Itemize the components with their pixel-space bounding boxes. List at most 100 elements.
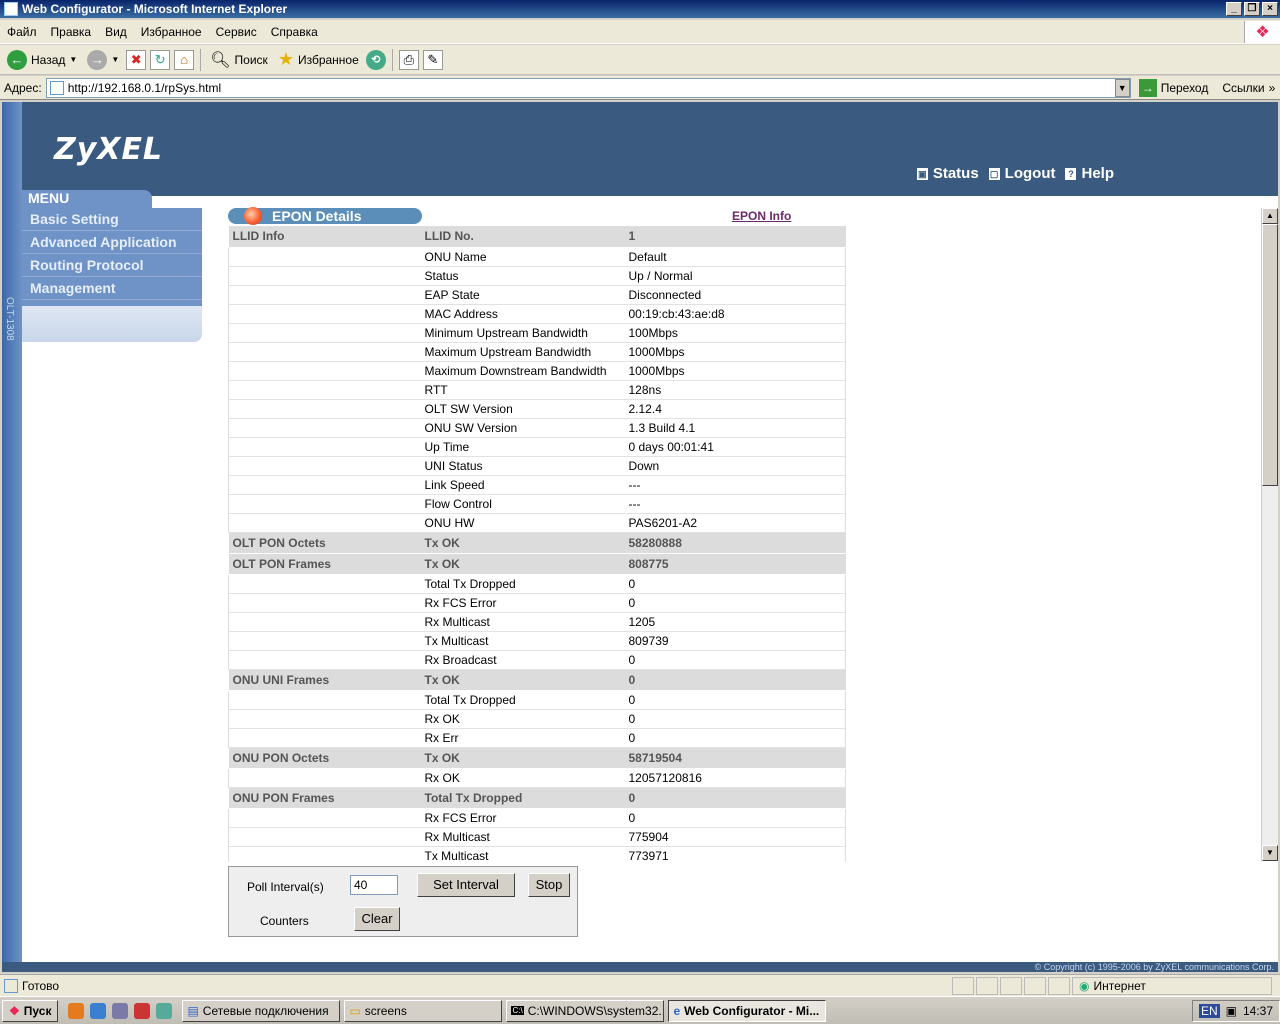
set-interval-button[interactable]: Set Interval (417, 873, 515, 897)
refresh-icon[interactable]: ↻ (150, 49, 171, 70)
taskbar-item-cmd[interactable]: C:\ C:\WINDOWS\system32... (506, 999, 665, 1022)
menu-item-basic-setting[interactable]: Basic Setting (22, 208, 202, 231)
table-row: ONU PON Octets Tx OK 58719504 (228, 747, 846, 769)
go-label: Переход (1160, 80, 1209, 95)
links-button[interactable]: Ссылки » (1222, 81, 1275, 95)
favorites-button[interactable]: ★ Избранное (275, 47, 362, 72)
table-row: Rx OK 0 (228, 709, 846, 729)
menu-tools[interactable]: Сервис (209, 25, 264, 39)
counters-label: Counters (260, 914, 309, 928)
print-icon[interactable]: ⎙ (398, 49, 419, 70)
forward-button[interactable]: → ▼ (84, 48, 122, 72)
field-cell: ONU SW Version (420, 418, 625, 438)
field-cell: Minimum Upstream Bandwidth (420, 323, 625, 343)
scroll-up-icon[interactable]: ▲ (1262, 208, 1278, 224)
start-button[interactable]: ❖ Пуск (2, 999, 59, 1022)
star-icon: ★ (277, 49, 294, 69)
group-cell (228, 247, 421, 267)
table-row: Total Tx Dropped 0 (228, 690, 846, 710)
menu-file[interactable]: Файл (0, 25, 44, 39)
side-strip: OLT-1308 (2, 102, 22, 972)
app-icon[interactable] (156, 1002, 173, 1019)
toolbar-separator (200, 48, 202, 71)
address-dropdown-icon[interactable]: ▼ (1114, 78, 1130, 97)
group-cell (228, 361, 421, 381)
value-cell: 1000Mbps (624, 361, 846, 381)
field-cell: Status (420, 266, 625, 286)
restore-button[interactable]: ❐ (1244, 2, 1260, 16)
network-tray-icon[interactable]: ▣ (1226, 1004, 1237, 1018)
ie-quicklaunch-icon[interactable] (90, 1002, 107, 1019)
menu-favorites[interactable]: Избранное (134, 25, 209, 39)
go-button[interactable]: → Переход (1138, 78, 1209, 97)
field-cell: Rx Multicast (420, 612, 625, 632)
table-row: ONU Name Default (228, 247, 846, 267)
app-icon[interactable] (112, 1002, 129, 1019)
minimize-button[interactable]: _ (1226, 2, 1242, 16)
back-button[interactable]: ← Назад ▼ (4, 48, 80, 72)
poll-interval-input[interactable]: 40 (350, 875, 398, 895)
group-cell: ONU UNI Frames (228, 669, 421, 691)
language-indicator[interactable]: EN (1198, 1003, 1220, 1018)
menu-item-management[interactable]: Management (22, 277, 202, 300)
home-icon[interactable]: ⌂ (174, 49, 195, 70)
field-cell: RTT (420, 380, 625, 400)
menu-help[interactable]: Справка (264, 25, 325, 39)
group-cell (228, 285, 421, 305)
value-cell: Up / Normal (624, 266, 846, 286)
task-label: Web Configurator - Mi... (684, 1003, 820, 1018)
edit-icon[interactable]: ✎ (422, 49, 443, 70)
value-cell: 0 days 00:01:41 (624, 437, 846, 457)
menu-view[interactable]: Вид (98, 25, 134, 39)
section-title: EPON Details (228, 207, 422, 225)
stop-button[interactable]: Stop (528, 873, 570, 897)
status-link[interactable]: ▣ Status (916, 165, 979, 182)
table-row: Flow Control --- (228, 494, 846, 514)
window-titlebar: Web Configurator - Microsoft Internet Ex… (0, 0, 1280, 18)
poll-interval-label: Poll Interval(s) (247, 880, 324, 894)
value-cell: 808775 (624, 553, 846, 575)
search-button[interactable]: 🔍︎ Поиск (207, 48, 271, 72)
scroll-thumb[interactable] (1262, 224, 1278, 486)
firefox-icon[interactable] (68, 1002, 85, 1019)
value-cell: Default (624, 247, 846, 267)
field-cell: EAP State (420, 285, 625, 305)
menu-edit[interactable]: Правка (44, 25, 99, 39)
opera-icon[interactable] (134, 1002, 151, 1019)
group-cell: OLT PON Frames (228, 553, 421, 575)
value-cell: 0 (624, 787, 846, 809)
group-cell (228, 593, 421, 613)
model-label: OLT-1308 (4, 297, 15, 341)
history-icon[interactable]: ⟲ (365, 49, 386, 70)
taskbar-item-web-configurator[interactable]: e Web Configurator - Mi... (668, 999, 827, 1022)
status-cell (952, 976, 974, 995)
window-title: Web Configurator - Microsoft Internet Ex… (22, 2, 288, 16)
table-row: ONU HW PAS6201-A2 (228, 513, 846, 533)
taskbar-item-screens[interactable]: ▭ screens (344, 999, 503, 1022)
group-cell (228, 494, 421, 514)
clear-button[interactable]: Clear (354, 907, 400, 931)
vertical-scrollbar[interactable]: ▲ ▼ (1261, 208, 1278, 861)
scroll-down-icon[interactable]: ▼ (1262, 845, 1278, 861)
help-link[interactable]: ? Help (1065, 165, 1114, 182)
close-button[interactable]: × (1262, 2, 1278, 16)
epon-info-link[interactable]: EPON Info (732, 209, 791, 223)
menu-item-advanced-application[interactable]: Advanced Application (22, 231, 202, 254)
poll-panel: Poll Interval(s) 40 Set Interval Stop Co… (228, 866, 578, 937)
forward-dropdown-icon[interactable]: ▼ (111, 55, 119, 64)
value-cell: 1000Mbps (624, 342, 846, 362)
taskbar-item-network[interactable]: ▤ Сетевые подключения (182, 999, 341, 1022)
group-cell (228, 304, 421, 324)
back-dropdown-icon[interactable]: ▼ (69, 55, 77, 64)
value-cell: --- (624, 494, 846, 514)
menubar: Файл Правка Вид Избранное Сервис Справка… (0, 20, 1280, 44)
field-cell: Rx OK (420, 768, 625, 788)
task-label: Сетевые подключения (202, 1003, 329, 1018)
address-input[interactable]: http://192.168.0.1/rpSys.html ▼ (45, 77, 1131, 98)
group-cell (228, 631, 421, 651)
menu-item-routing-protocol[interactable]: Routing Protocol (22, 254, 202, 277)
stop-icon[interactable]: ✖ (126, 49, 147, 70)
value-cell: 0 (624, 669, 846, 691)
logout-link[interactable]: ▢ Logout (988, 165, 1055, 182)
field-cell: Tx Multicast (420, 631, 625, 651)
